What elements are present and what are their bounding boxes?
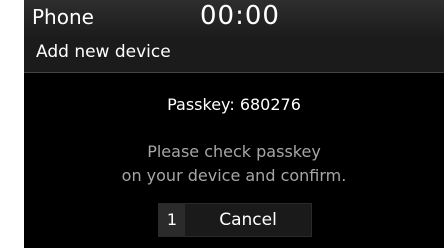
status-bar: Phone 00:00 xyxy=(24,0,444,37)
popup-header: Add new device xyxy=(24,36,444,73)
cancel-button-number: 1 xyxy=(159,204,185,236)
confirm-message-line-2: on your device and confirm. xyxy=(121,166,347,185)
cancel-button-label: Cancel xyxy=(219,210,277,230)
clock: 00:00 xyxy=(200,1,280,31)
head-unit-screen: Phone 00:00 Add new device Passkey: 6802… xyxy=(24,0,444,248)
popup-title: Add new device xyxy=(36,42,171,62)
passkey-text: Passkey: 680276 xyxy=(167,95,301,114)
confirm-message: Please check passkey on your device and … xyxy=(24,140,444,188)
cancel-button[interactable]: 1 Cancel xyxy=(158,203,312,237)
confirm-message-line-1: Please check passkey xyxy=(147,142,321,161)
app-title: Phone xyxy=(32,5,94,29)
